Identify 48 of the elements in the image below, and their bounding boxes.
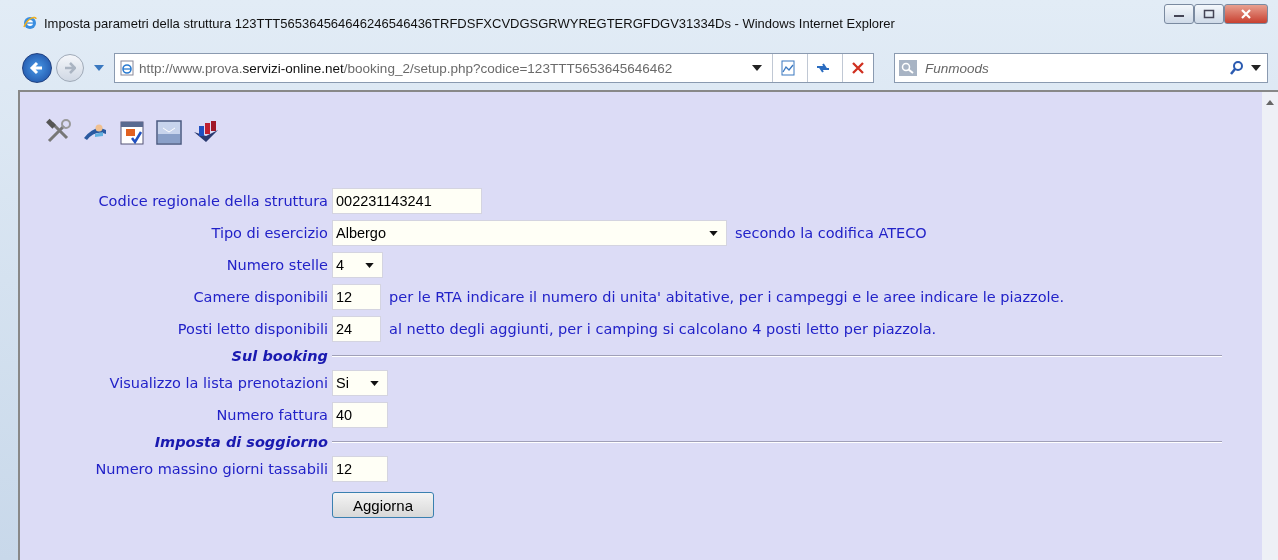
text-field[interactable]: 24 xyxy=(332,316,381,342)
caret-icon[interactable] xyxy=(752,65,762,71)
search-box[interactable]: Funmoods xyxy=(894,53,1268,83)
close-icon xyxy=(1240,9,1252,19)
field-label: Tipo di esercizio xyxy=(210,225,328,241)
search-icon[interactable] xyxy=(1229,60,1245,76)
field-label: Codice regionale della struttura xyxy=(97,193,328,209)
close-icon xyxy=(850,60,866,76)
field-label: Posti letto disponibili xyxy=(176,321,328,337)
hint-text: per le RTA indicare il numero di unita' abitative, per i campeggi e le aree indicare le piazzole. xyxy=(389,289,1065,305)
field-label: Visualizzo la lista prenotazioni xyxy=(108,375,328,391)
calendar-icon[interactable] xyxy=(118,118,146,146)
update-button[interactable]: Aggiorna xyxy=(332,492,434,518)
caret-icon xyxy=(709,230,718,236)
scrollbar[interactable] xyxy=(1262,92,1278,560)
window-title: Imposta parametri della struttura 123TTT565364564646246546436TRFDSFXCVDGSGRWYREGTERGFDGV31334Ds - Windows Internet Explorer xyxy=(44,15,895,31)
scroll-up-icon[interactable] xyxy=(1266,100,1274,105)
maximize-icon xyxy=(1203,9,1215,19)
search-provider-icon xyxy=(899,60,917,76)
forward-arrow-icon xyxy=(64,62,76,74)
close-button[interactable] xyxy=(1224,4,1268,24)
text-field[interactable]: 40 xyxy=(332,402,388,428)
dropdown[interactable]: 4 xyxy=(332,252,383,278)
field-label: Numero stelle xyxy=(225,257,328,273)
hint-text: secondo la codifica ATECO xyxy=(735,225,927,241)
caret-icon xyxy=(365,262,374,268)
caret-icon xyxy=(370,380,379,386)
page-icon xyxy=(119,60,135,76)
hint-text: al netto degli aggiunti, per i camping si calcolano 4 posti letto per piazzola. xyxy=(389,321,937,337)
text-field[interactable]: 002231143241 xyxy=(332,188,482,214)
url-text: http://www.prova.servizi-online.net/booking_2/setup.php?codice=123TTT5653645646462 xyxy=(139,60,674,76)
section-heading: Imposta di soggiorno xyxy=(153,434,328,450)
back-button[interactable] xyxy=(22,53,52,83)
minimize-button[interactable] xyxy=(1164,4,1194,24)
section-heading: Sul booking xyxy=(230,348,328,364)
field-label: Camere disponibili xyxy=(192,289,328,305)
maximize-button[interactable] xyxy=(1194,4,1224,24)
caret-icon[interactable] xyxy=(1251,65,1261,71)
browser-logo-icon xyxy=(22,15,38,31)
page-chart-icon xyxy=(780,60,796,76)
text-field[interactable]: 12 xyxy=(332,284,381,310)
address-field[interactable]: http://www.prova.servizi-online.net/booking_2/setup.php?codice=123TTT5653645646462 xyxy=(114,53,874,83)
field-label: Numero fattura xyxy=(215,407,328,423)
image-icon[interactable] xyxy=(155,118,183,146)
text-field[interactable]: 12 xyxy=(332,456,388,482)
field-label: Numero massino giorni tassabili xyxy=(94,461,328,477)
dropdown[interactable]: Si xyxy=(332,370,388,396)
dropdown[interactable]: Albergo xyxy=(332,220,727,246)
